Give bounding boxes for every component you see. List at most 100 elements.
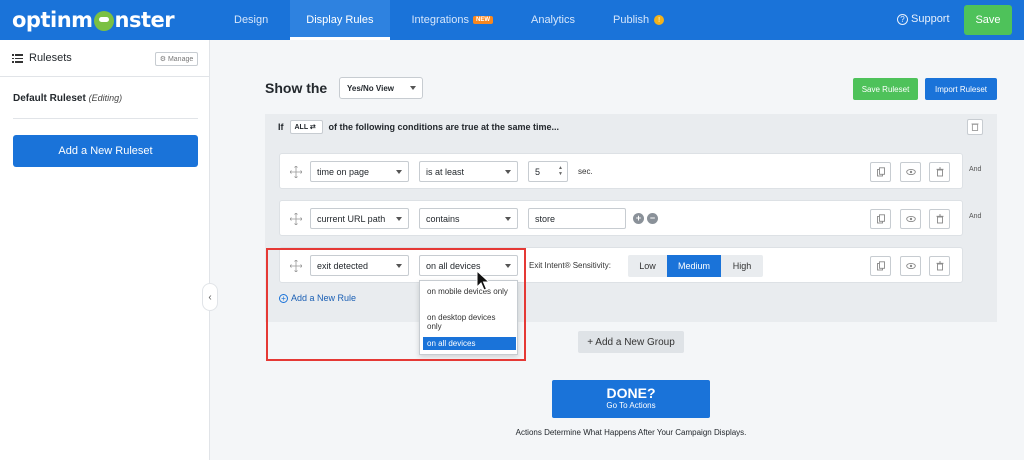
top-navigation-bar: optinm nster Design Display Rules Integra… (0, 0, 1024, 40)
group-condition-text: of the following conditions are true at … (328, 122, 560, 132)
operator-value: contains (426, 213, 460, 224)
nav-tab-label: Display Rules (306, 14, 374, 26)
group-header: If ALL ⇄ of the following conditions are… (265, 114, 997, 140)
nav-tab-analytics[interactable]: Analytics (515, 0, 591, 40)
import-ruleset-button[interactable]: Import Ruleset (925, 78, 997, 100)
operator-select[interactable]: is at least (419, 161, 518, 182)
manage-button[interactable]: ⚙ Manage (155, 52, 198, 66)
done-go-to-actions-button[interactable]: DONE? Go To Actions (552, 380, 710, 418)
done-subtitle: Go To Actions (606, 401, 656, 410)
add-value-plus-icon[interactable]: + (633, 213, 644, 224)
copy-icon (876, 261, 885, 271)
operator-select[interactable]: contains (419, 208, 518, 229)
copy-rule-button[interactable] (870, 209, 891, 229)
sidebar-header: Rulesets ⚙ Manage (0, 40, 209, 77)
new-badge: NEW (472, 16, 493, 24)
nav-tab-label: Publish (613, 14, 650, 26)
add-new-group-button[interactable]: + Add a New Group (578, 331, 684, 353)
operator-value: is at least (426, 166, 465, 177)
nav-tab-display-rules[interactable]: Display Rules (290, 0, 390, 40)
save-button[interactable]: Save (964, 5, 1012, 35)
exit-intent-sensitivity-label: Exit Intent® Sensitivity: (529, 261, 611, 270)
done-title: DONE? (606, 385, 656, 401)
chevron-down-icon (505, 169, 511, 174)
group-if-label: If (278, 122, 284, 132)
all-any-select[interactable]: ALL ⇄ (289, 120, 323, 134)
trash-icon (936, 214, 943, 224)
condition-value: time on page (317, 166, 370, 177)
delete-rule-button[interactable] (929, 162, 950, 182)
ruleset-editing-state: (Editing) (88, 93, 123, 103)
sensitivity-segmented-control: Low Medium High (628, 255, 763, 277)
eye-icon (905, 215, 916, 223)
nav-tab-label: Analytics (530, 14, 576, 26)
nav-tab-label: Integrations (411, 14, 469, 26)
show-the-heading: Show the (265, 80, 328, 96)
ruleset-name: Default Ruleset (13, 93, 86, 104)
delete-group-trash-icon[interactable] (967, 119, 983, 135)
copy-icon (876, 214, 885, 224)
divider (13, 118, 198, 119)
logo-text-part-2: nster (114, 8, 175, 32)
nav-tab-integrations[interactable]: Integrations NEW (396, 0, 509, 40)
sensitivity-low-option[interactable]: Low (628, 255, 667, 277)
preview-rule-button[interactable] (900, 209, 921, 229)
preview-rule-button[interactable] (900, 256, 921, 276)
drag-handle-icon[interactable] (289, 212, 303, 226)
actions-footnote: Actions Determine What Happens After You… (515, 428, 747, 437)
chevron-down-icon (505, 216, 511, 221)
and-joiner-label: And (969, 213, 982, 220)
eye-icon (905, 168, 916, 176)
view-mode-value: Yes/No View (347, 83, 394, 93)
seconds-number-input[interactable]: 5 ▲ ▼ (528, 161, 568, 182)
rule-row: time on page is at least 5 ▲ ▼ sec. (279, 153, 963, 189)
collapse-sidebar-chevron-icon[interactable]: ‹ (202, 283, 218, 311)
remove-value-minus-icon[interactable]: − (647, 213, 658, 224)
preview-rule-button[interactable] (900, 162, 921, 182)
copy-icon (876, 167, 885, 177)
ruleset-item-default[interactable]: Default Ruleset (Editing) (13, 93, 122, 104)
monster-logo-icon (93, 11, 114, 31)
add-new-ruleset-button[interactable]: Add a New Ruleset (13, 135, 198, 167)
copy-rule-button[interactable] (870, 162, 891, 182)
support-link[interactable]: ? Support (897, 13, 950, 25)
help-circle-icon: ? (897, 13, 908, 25)
view-mode-select[interactable]: Yes/No View (339, 77, 423, 99)
stepper-arrows-icon[interactable]: ▲ ▼ (558, 165, 563, 177)
eye-icon (905, 262, 916, 270)
condition-select[interactable]: time on page (310, 161, 409, 182)
chevron-down-icon (396, 169, 402, 174)
seconds-value: 5 (535, 166, 541, 177)
trash-icon (936, 167, 943, 177)
mouse-pointer-icon (476, 270, 490, 291)
support-label: Support (911, 13, 950, 25)
copy-rule-button[interactable] (870, 256, 891, 276)
condition-select[interactable]: current URL path (310, 208, 409, 229)
trash-icon (936, 261, 943, 271)
url-path-text-input[interactable]: store (528, 208, 626, 229)
chevron-down-icon (410, 86, 416, 90)
logo-text-part-1: optinm (12, 8, 93, 32)
condition-value: current URL path (317, 213, 386, 224)
unit-label: sec. (578, 167, 593, 176)
rulesets-sidebar: Rulesets ⚙ Manage Default Ruleset (Editi… (0, 40, 210, 460)
optinmonster-logo[interactable]: optinm nster (12, 8, 175, 32)
url-path-value: store (535, 213, 556, 224)
alert-badge: ! (654, 15, 665, 25)
sidebar-title: Rulesets (29, 52, 72, 64)
highlight-annotation-box (266, 248, 526, 361)
sensitivity-high-option[interactable]: High (721, 255, 763, 277)
delete-rule-button[interactable] (929, 256, 950, 276)
list-icon (12, 53, 23, 63)
and-joiner-label: And (969, 166, 982, 173)
chevron-down-icon (396, 216, 402, 221)
nav-tab-label: Design (234, 14, 269, 26)
nav-tab-publish[interactable]: Publish! (597, 0, 680, 40)
nav-tab-design[interactable]: Design (218, 0, 284, 40)
save-ruleset-button[interactable]: Save Ruleset (853, 78, 918, 100)
main-nav: Design Display Rules Integrations NEW Ana… (218, 0, 686, 40)
rule-row: current URL path contains store + − (279, 200, 963, 236)
drag-handle-icon[interactable] (289, 165, 303, 179)
delete-rule-button[interactable] (929, 209, 950, 229)
sensitivity-medium-option[interactable]: Medium (667, 255, 721, 277)
